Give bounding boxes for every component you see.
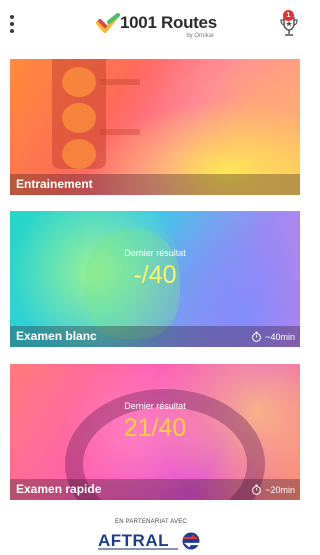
quick-exam-card[interactable]: Dernier résultat 21/40 Examen rapide ~20… bbox=[10, 364, 300, 500]
card-footer: Examen rapide ~20min bbox=[10, 479, 300, 500]
logo-check-icon bbox=[96, 13, 120, 33]
card-title: Examen blanc bbox=[16, 329, 97, 343]
overflow-menu-icon[interactable] bbox=[5, 12, 19, 36]
aftral-arrows-icon bbox=[182, 532, 200, 550]
duration: ~40min bbox=[251, 331, 295, 342]
brand-subtitle: by Ornikar bbox=[186, 33, 214, 39]
mock-exam-card[interactable]: Dernier résultat -/40 Examen blanc ~40mi… bbox=[10, 211, 300, 347]
card-title: Entrainement bbox=[16, 177, 93, 191]
last-result-label: Dernier résultat bbox=[124, 248, 186, 258]
last-score: -/40 bbox=[133, 261, 177, 289]
partner-label: EN PARTENARIAT AVEC bbox=[115, 519, 187, 525]
stopwatch-icon bbox=[252, 484, 262, 495]
duration: ~20min bbox=[251, 484, 295, 495]
duration-text: ~20min bbox=[265, 484, 295, 495]
training-card[interactable]: Entrainement bbox=[10, 59, 300, 195]
brand-name: 1001 Routes bbox=[120, 13, 217, 32]
card-title: Examen rapide bbox=[16, 482, 102, 496]
app-logo: 1001 Routes by Ornikar bbox=[96, 8, 217, 40]
card-footer: Entrainement bbox=[10, 174, 300, 195]
partner-logo[interactable]: AFTRAL bbox=[98, 531, 204, 553]
last-result-label: Dernier résultat bbox=[124, 401, 186, 411]
notification-badge: 1 bbox=[283, 10, 294, 21]
app-header: 1001 Routes by Ornikar 1 bbox=[0, 0, 302, 48]
stopwatch-icon bbox=[252, 331, 262, 342]
partner-tagline-bar bbox=[98, 548, 178, 550]
last-score: 21/40 bbox=[123, 414, 187, 442]
duration-text: ~40min bbox=[265, 331, 295, 342]
card-footer: Examen blanc ~40min bbox=[10, 326, 300, 347]
